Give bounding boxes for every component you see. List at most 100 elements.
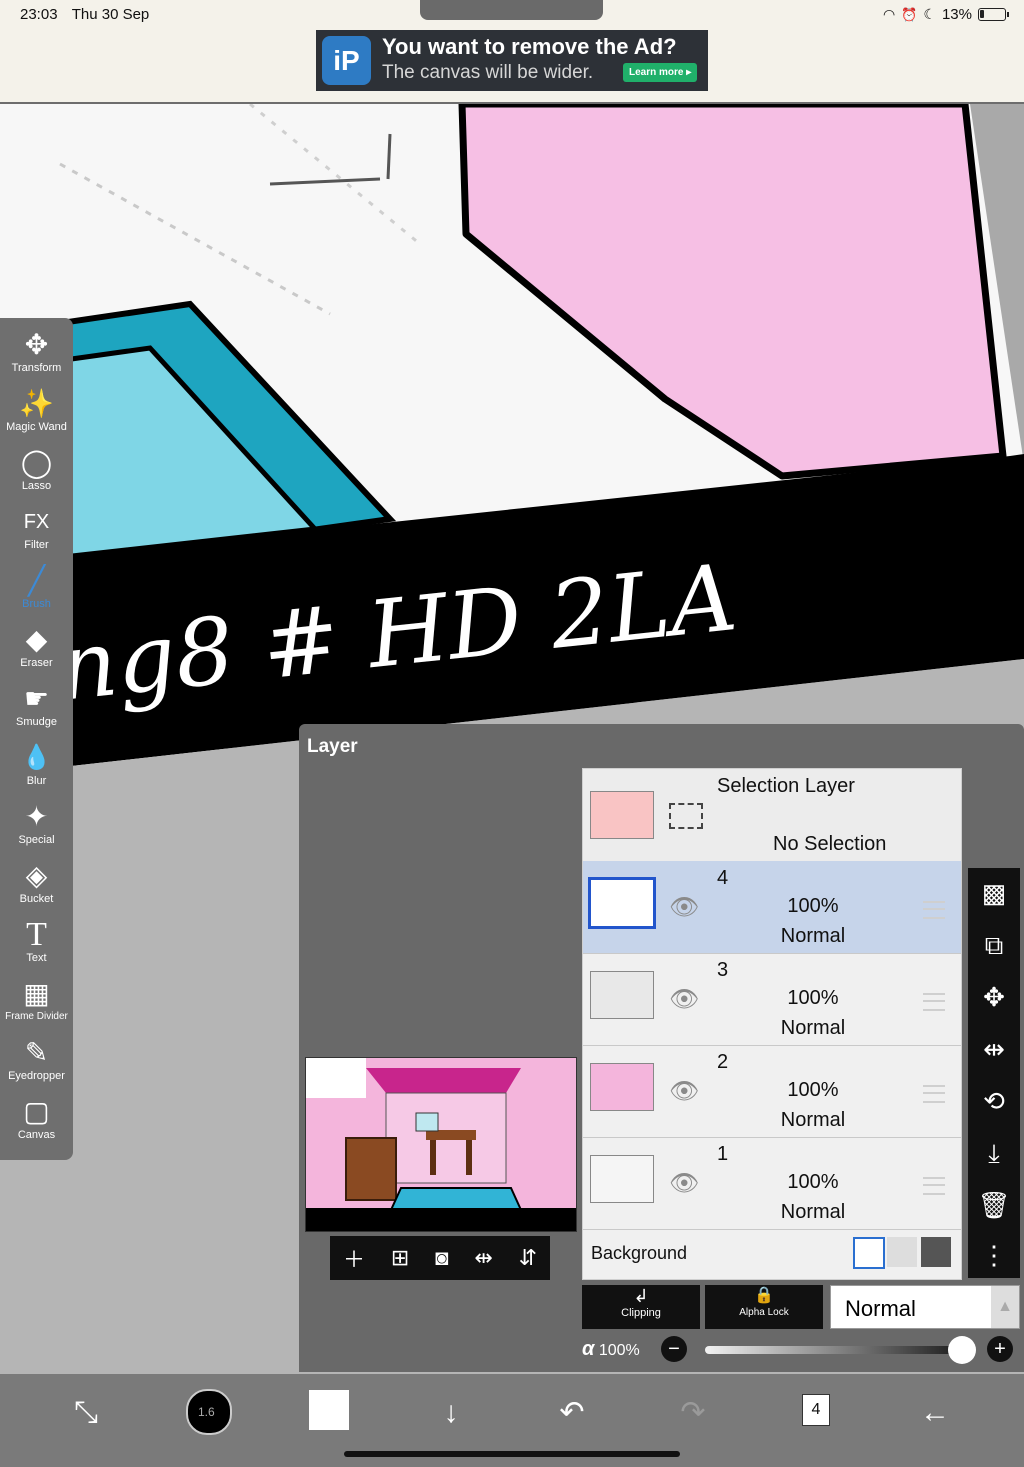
status-bar: 23:03 Thu 30 Sep ◠ ⏰ ☾ 13% iP You want t… bbox=[0, 0, 1024, 104]
layer-tools-toolbar: ▩ ⧉ ✥ ⇹ ⟲ ⤓ 🗑 ⋮ bbox=[968, 868, 1020, 1278]
tool-canvas[interactable]: ▢ Canvas bbox=[0, 1095, 73, 1154]
tool-blur[interactable]: 💧 Blur bbox=[0, 741, 73, 800]
layer-count-icon: 4 bbox=[802, 1394, 830, 1426]
tool-frame-divider[interactable]: ▦ Frame Divider bbox=[0, 977, 73, 1036]
quick-actions-icon[interactable]: ⤡ bbox=[56, 1388, 116, 1438]
background-white-swatch[interactable] bbox=[853, 1237, 885, 1269]
bucket-icon: ◈ bbox=[25, 860, 48, 891]
background-transparent-swatch[interactable] bbox=[887, 1237, 917, 1267]
back-arrow-icon[interactable]: ← bbox=[905, 1388, 965, 1438]
move-layer-icon[interactable]: ✥ bbox=[968, 972, 1020, 1022]
layer-row[interactable]: 👁 1 100% Normal bbox=[583, 1137, 961, 1230]
move-to-icon[interactable]: ⧉ bbox=[968, 920, 1020, 970]
arrow-down-icon[interactable]: ↓ bbox=[421, 1388, 481, 1438]
tool-magic-wand[interactable]: ✨ Magic Wand bbox=[0, 387, 73, 446]
eyedropper-icon: ✎ bbox=[24, 1037, 49, 1068]
status-time: 23:03 Thu 30 Sep bbox=[20, 6, 149, 23]
brush-size-value: 1.6 bbox=[198, 1405, 215, 1419]
background-dark-swatch[interactable] bbox=[921, 1237, 951, 1267]
camera-icon[interactable]: ◙ bbox=[435, 1245, 448, 1271]
canvas-preview-thumbnail[interactable] bbox=[305, 1057, 577, 1232]
filter-icon: FX bbox=[23, 511, 50, 533]
drag-handle-icon[interactable] bbox=[923, 1177, 945, 1195]
visibility-eye-icon[interactable]: 👁 bbox=[669, 893, 699, 922]
visibility-eye-icon[interactable]: 👁 bbox=[669, 1169, 699, 1198]
layers-button[interactable]: 4 bbox=[784, 1388, 844, 1438]
ad-banner[interactable]: iP You want to remove the Ad? The canvas… bbox=[316, 30, 708, 91]
special-icon: ✦ bbox=[24, 801, 49, 832]
date-text: Thu 30 Sep bbox=[71, 6, 150, 23]
more-options-icon[interactable]: ⋮ bbox=[968, 1230, 1020, 1280]
tool-bucket[interactable]: ◈ Bucket bbox=[0, 859, 73, 918]
ad-title: You want to remove the Ad? bbox=[382, 34, 677, 59]
tool-label: Transform bbox=[11, 362, 62, 374]
alpha-lock-button[interactable]: 🔒 Alpha Lock bbox=[705, 1285, 823, 1329]
tool-label: Eyedropper bbox=[8, 1070, 65, 1082]
layer-row[interactable]: 👁 4 100% Normal bbox=[583, 861, 961, 954]
tool-eyedropper[interactable]: ✎ Eyedropper bbox=[0, 1036, 73, 1095]
frame-divider-icon: ▦ bbox=[23, 978, 50, 1009]
layer-row[interactable]: 👁 3 100% Normal bbox=[583, 953, 961, 1046]
visibility-eye-icon[interactable]: 👁 bbox=[669, 985, 699, 1014]
magic-wand-icon: ✨ bbox=[19, 388, 54, 419]
flip-icon[interactable]: ⇹ bbox=[968, 1024, 1020, 1074]
clipping-button[interactable]: ↲ Clipping bbox=[582, 1285, 700, 1329]
add-layer-icon[interactable]: ＋ bbox=[343, 1242, 365, 1274]
drag-handle-icon[interactable] bbox=[923, 993, 945, 1011]
opacity-slider-knob[interactable] bbox=[947, 1336, 976, 1364]
tool-text[interactable]: T Text bbox=[0, 918, 73, 977]
drag-handle-icon[interactable] bbox=[923, 901, 945, 919]
color-swatch-button[interactable] bbox=[299, 1388, 359, 1438]
selection-layer-name: Selection Layer bbox=[717, 775, 855, 797]
merge-down-icon[interactable]: ⤓ bbox=[968, 1128, 1020, 1178]
time-text: 23:03 bbox=[20, 6, 58, 23]
volume-indicator bbox=[420, 0, 603, 20]
drag-handle-icon[interactable] bbox=[923, 1085, 945, 1103]
layer-row[interactable]: 👁 2 100% Normal bbox=[583, 1045, 961, 1138]
tool-label: Blur bbox=[26, 775, 47, 787]
background-row[interactable]: Background bbox=[583, 1229, 961, 1279]
opacity-decrease-button[interactable]: − bbox=[661, 1336, 687, 1362]
eraser-icon: ◆ bbox=[25, 624, 48, 655]
wifi-icon: ◠ bbox=[883, 6, 896, 22]
redo-icon[interactable]: ↷ bbox=[663, 1388, 723, 1438]
layer-blend-mode: Normal bbox=[780, 1201, 846, 1223]
tool-transform[interactable]: ✥ Transform bbox=[0, 328, 73, 387]
tool-label: Special bbox=[18, 834, 55, 846]
lock-icon: 🔒 bbox=[754, 1287, 774, 1304]
tool-label: Brush bbox=[22, 598, 51, 610]
selection-layer-thumbnail bbox=[590, 791, 654, 839]
tool-brush[interactable]: ╱ Brush bbox=[0, 564, 73, 623]
layer-blend-mode: Normal bbox=[780, 1109, 846, 1131]
tool-smudge[interactable]: ☛ Smudge bbox=[0, 682, 73, 741]
opacity-increase-button[interactable]: + bbox=[987, 1336, 1013, 1362]
flip-horizontal-icon[interactable]: ⇹ bbox=[474, 1245, 492, 1271]
tool-label: Smudge bbox=[16, 716, 57, 728]
transform-icon: ✥ bbox=[24, 329, 49, 360]
tool-lasso[interactable]: ◯ Lasso bbox=[0, 446, 73, 505]
layer-number: 3 bbox=[717, 959, 729, 981]
opacity-slider[interactable] bbox=[705, 1336, 976, 1364]
tool-special[interactable]: ✦ Special bbox=[0, 800, 73, 859]
layer-opacity: 100% bbox=[787, 1171, 839, 1193]
brush-size-button[interactable]: 1.6 bbox=[178, 1388, 238, 1438]
rotate-icon[interactable]: ⟲ bbox=[968, 1076, 1020, 1126]
undo-icon[interactable]: ↶ bbox=[542, 1388, 602, 1438]
flip-vertical-icon[interactable]: ⇵ bbox=[519, 1245, 537, 1271]
layer-thumbnail bbox=[590, 1063, 654, 1111]
ad-subtitle: The canvas will be wider. bbox=[382, 62, 594, 83]
checkerboard-icon[interactable]: ▩ bbox=[968, 868, 1020, 918]
selection-layer-row[interactable]: Selection Layer No Selection bbox=[583, 769, 961, 862]
tool-eraser[interactable]: ◆ Eraser bbox=[0, 623, 73, 682]
smudge-icon: ☛ bbox=[23, 683, 50, 714]
preview-artwork bbox=[306, 1058, 576, 1231]
layer-opacity: 100% bbox=[787, 987, 839, 1009]
tool-filter[interactable]: FX Filter bbox=[0, 505, 73, 564]
visibility-eye-icon[interactable]: 👁 bbox=[669, 1077, 699, 1106]
learn-more-button[interactable]: Learn more ▸ bbox=[623, 63, 698, 82]
add-layer-copy-icon[interactable]: ⊞ bbox=[391, 1245, 409, 1271]
trash-icon[interactable]: 🗑 bbox=[968, 1180, 1020, 1230]
layers-list: Selection Layer No Selection 👁 4 100% No… bbox=[582, 768, 962, 1280]
blend-mode-select[interactable]: Normal ▲ bbox=[830, 1285, 1020, 1329]
layer-blend-mode: Normal bbox=[780, 1017, 846, 1039]
